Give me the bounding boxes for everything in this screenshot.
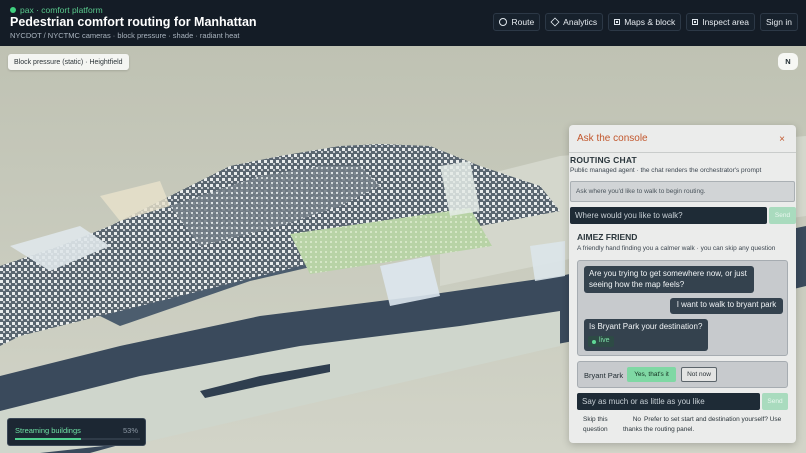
routing-chat-title: ROUTING CHAT <box>570 155 637 165</box>
friend-subtitle: A friendly hand finding you a calmer wal… <box>577 245 776 252</box>
live-dot-icon <box>592 339 596 344</box>
assistant-message: Are you trying to get somewhere now, or … <box>584 266 754 293</box>
nav-maps-block-button[interactable]: Maps & block <box>608 13 682 31</box>
sign-in-label: Sign in <box>766 17 792 27</box>
top-header: pax · comfort platform Pedestrian comfor… <box>0 0 806 46</box>
assistant-message-text: Is Bryant Park your destination? <box>589 322 703 331</box>
page-subtitle: NYCDOT / NYCTMC cameras · block pressure… <box>10 31 240 40</box>
square-icon <box>692 19 699 25</box>
streaming-percent: 53% <box>122 426 138 435</box>
streaming-progress-fill <box>15 438 82 440</box>
routing-panel-hint: Prefer to set start and destination your… <box>644 416 782 433</box>
console-panel: Ask the console × ROUTING CHAT Public ma… <box>569 125 796 443</box>
friend-chat-input[interactable]: Say as much or as little as you like <box>577 393 760 410</box>
destination-label: Bryant Park <box>584 371 624 380</box>
streaming-label: Streaming buildings <box>15 426 81 435</box>
nav-analytics-label: Analytics <box>563 17 598 27</box>
streaming-progress-track <box>15 438 140 440</box>
brand-label: pax · comfort platform <box>20 5 103 15</box>
sign-in-button[interactable]: Sign in <box>760 13 798 31</box>
circle-icon <box>499 18 508 26</box>
assistant-message: Is Bryant Park your destination? live <box>584 319 708 351</box>
routing-chat-subtitle: Public managed agent · the chat renders … <box>570 167 762 174</box>
console-title: Ask the console <box>577 133 648 144</box>
live-label: live <box>599 337 610 345</box>
friend-chat-thread: Are you trying to get somewhere now, or … <box>577 260 788 356</box>
confirm-not-now-button[interactable]: Not now <box>681 367 717 382</box>
highlight-block-far-east <box>530 241 565 281</box>
nav-route-label: Route <box>511 17 535 27</box>
compass-north-button[interactable]: N <box>778 53 798 70</box>
page-title: Pedestrian comfort routing for Manhattan <box>10 15 257 29</box>
brand: pax · comfort platform <box>10 5 103 15</box>
square-icon <box>614 19 621 25</box>
nav-route-button[interactable]: Route <box>493 13 541 31</box>
routing-chat-prompt: Ask where you'd like to walk to begin ro… <box>570 181 795 202</box>
nav-maps-block-label: Maps & block <box>624 17 676 27</box>
confirm-yes-button[interactable]: Yes, that's it <box>627 367 676 382</box>
routing-chat-input[interactable]: Where would you like to walk? <box>570 207 767 224</box>
nav-analytics-button[interactable]: Analytics <box>545 13 604 31</box>
skip-question-link[interactable]: Skip this question <box>583 415 619 435</box>
user-message: I want to walk to bryant park <box>670 298 783 314</box>
close-icon[interactable]: × <box>779 134 785 145</box>
nav-inspect-area-button[interactable]: Inspect area <box>686 13 755 31</box>
top-nav: Route Analytics Maps & block Inspect are… <box>493 13 798 31</box>
nav-inspect-area-label: Inspect area <box>702 17 749 27</box>
friend-send-button[interactable]: Send <box>762 393 788 410</box>
friend-title: AIMEZ FRIEND <box>577 232 638 242</box>
destination-confirm: Bryant Park Yes, that's it Not now <box>577 361 788 388</box>
routing-send-button[interactable]: Send <box>769 207 796 224</box>
live-badge: live <box>588 336 614 347</box>
console-header: Ask the console × <box>569 125 796 153</box>
status-dot-icon <box>10 7 16 13</box>
no-thanks-link[interactable]: No thanks <box>623 415 642 435</box>
map-layer-label[interactable]: Block pressure (static) · Heightfield <box>8 54 129 70</box>
diamond-icon <box>550 17 560 27</box>
streaming-status: Streaming buildings 53% <box>7 418 146 446</box>
